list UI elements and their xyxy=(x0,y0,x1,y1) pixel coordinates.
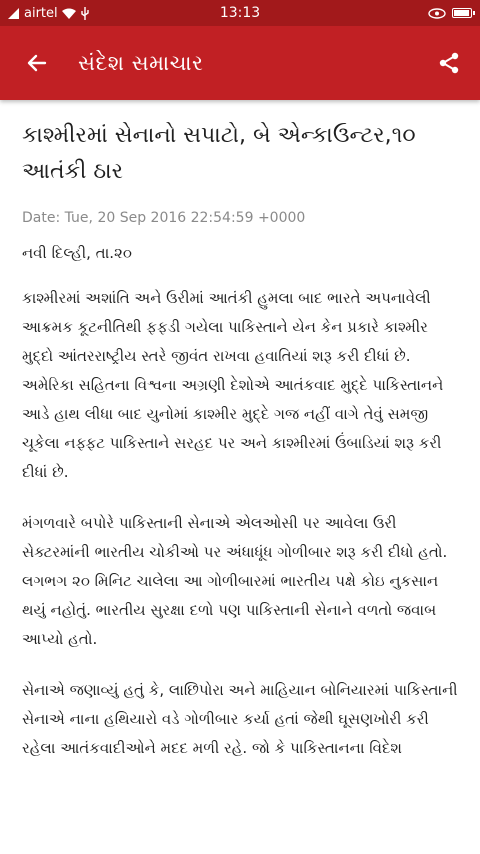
article-headline: કાશ્મીરમાં સેનાનો સપાટો, બે એન્કાઉન્ટર,૧… xyxy=(22,123,416,184)
back-button[interactable] xyxy=(20,46,54,80)
status-bar: airtel 13:13 xyxy=(0,0,480,26)
app-bar: સંદેશ સમાચાર xyxy=(0,26,480,100)
arrow-left-icon xyxy=(27,54,47,72)
share-icon xyxy=(439,52,459,74)
article-content: કાશ્મીરમાં સેનાનો સપાટો, બે એન્કાઉન્ટર,૧… xyxy=(0,100,480,763)
app-title: સંદેશ સમાચાર xyxy=(78,50,204,75)
battery-icon xyxy=(452,8,475,18)
article-dateline: નવી દિલ્હી, તા.૨૦ xyxy=(22,244,132,262)
status-time: 13:13 xyxy=(219,5,261,21)
status-right xyxy=(428,7,475,19)
article-date: Date: Tue, 20 Sep 2016 22:54:59 +0000 xyxy=(22,210,306,226)
article-paragraph: સેનાએ જણાવ્યું હતું કે, લાછિપોરા અને માહ… xyxy=(22,681,458,757)
eye-icon xyxy=(428,7,446,19)
share-button[interactable] xyxy=(432,46,466,80)
article-paragraph: કાશ્મીરમાં અશાંતિ અને ઉરીમાં આતંકી હુમલા… xyxy=(22,289,444,481)
article-paragraph: મંગળવારે બપોરે પાકિસ્તાની સેનાએ એલઓસી પર… xyxy=(22,514,448,648)
